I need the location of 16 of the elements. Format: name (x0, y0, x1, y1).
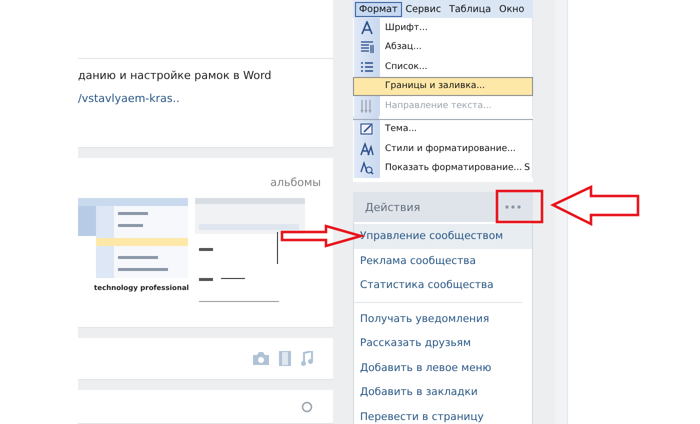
actions-button[interactable]: Действия (353, 192, 533, 222)
actions-menu-item[interactable]: Управление сообществом (354, 224, 532, 248)
menubar-item[interactable]: Таблица (445, 2, 496, 16)
format-menu-item[interactable]: Тема... (353, 120, 533, 139)
format-menu-item[interactable]: Стили и форматирование... (353, 139, 533, 158)
menubar-item[interactable]: Формат (355, 2, 402, 16)
menubar-item[interactable]: Сервис (402, 2, 446, 16)
format-menu-item[interactable]: Показать форматирование... S (353, 158, 533, 178)
menubar-item[interactable]: Окно (495, 2, 528, 16)
format-menu-item[interactable]: Список... (353, 57, 533, 76)
albums-title[interactable]: альбомы (270, 176, 321, 189)
post-text: данию и настройке рамок в Word (78, 69, 272, 82)
format-menu-item[interactable]: Границы и заливка... (353, 76, 533, 96)
post-link[interactable]: /vstavlyaem-kras.. (78, 92, 333, 105)
format-menu-item[interactable]: Шрифт... (353, 18, 533, 38)
format-menu-item[interactable]: Абзац... (353, 38, 533, 57)
